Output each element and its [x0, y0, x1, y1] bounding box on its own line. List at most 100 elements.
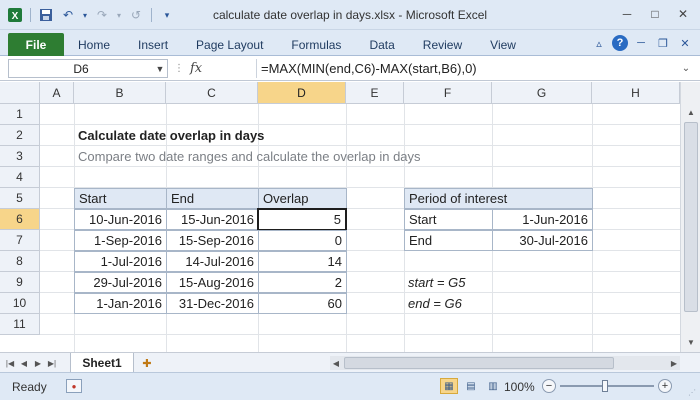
page-break-view-icon[interactable]: ▥: [484, 378, 502, 394]
column-header-b[interactable]: B: [74, 82, 166, 104]
cell-overlap[interactable]: 2: [258, 272, 347, 293]
header-overlap[interactable]: Overlap: [258, 188, 347, 209]
excel-logo-icon[interactable]: X: [6, 6, 24, 24]
worksheet-grid[interactable]: A B C D E F G H 1 2 3 4 5 6 7 8 9 10 11 …: [0, 82, 680, 352]
period-start-value[interactable]: 1-Jun-2016: [492, 209, 593, 230]
row-header-10[interactable]: 10: [0, 293, 40, 314]
tab-insert[interactable]: Insert: [124, 33, 182, 56]
period-header[interactable]: Period of interest: [404, 188, 593, 209]
page-title[interactable]: Calculate date overlap in days: [74, 125, 268, 146]
cell-end[interactable]: 15-Aug-2016: [166, 272, 259, 293]
cell-end[interactable]: 14-Jul-2016: [166, 251, 259, 272]
customize-icon[interactable]: ▾: [158, 6, 176, 24]
tab-review[interactable]: Review: [409, 33, 476, 56]
tab-page-layout[interactable]: Page Layout: [182, 33, 277, 56]
row-header-3[interactable]: 3: [0, 146, 40, 167]
resize-handle-icon[interactable]: ⋮: [174, 59, 184, 78]
column-header-a[interactable]: A: [40, 82, 74, 104]
normal-view-icon[interactable]: ▦: [440, 378, 458, 394]
name-box[interactable]: D6 ▼: [8, 59, 168, 78]
scroll-thumb[interactable]: [684, 122, 698, 312]
workbook-close-icon[interactable]: ✕: [676, 34, 694, 52]
help-icon[interactable]: ?: [612, 35, 628, 51]
column-header-d[interactable]: D: [258, 82, 346, 104]
cell-overlap[interactable]: 0: [258, 230, 347, 251]
maximize-icon[interactable]: □: [642, 4, 668, 24]
scroll-thumb[interactable]: [344, 357, 614, 369]
redo-icon[interactable]: ↷: [93, 6, 111, 24]
row-header-4[interactable]: 4: [0, 167, 40, 188]
tab-home[interactable]: Home: [64, 33, 124, 56]
expand-formula-bar-icon[interactable]: ⌄: [678, 60, 694, 76]
scroll-right-icon[interactable]: ▶: [668, 356, 680, 370]
cell-start[interactable]: 1-Sep-2016: [74, 230, 167, 251]
close-icon[interactable]: ✕: [670, 4, 696, 24]
file-tab[interactable]: File: [8, 33, 64, 56]
tab-formulas[interactable]: Formulas: [277, 33, 355, 56]
sheet-tab-sheet1[interactable]: Sheet1: [70, 353, 134, 373]
page-subtitle[interactable]: Compare two date ranges and calculate th…: [74, 146, 425, 167]
workbook-restore-icon[interactable]: ❐: [654, 34, 672, 52]
next-sheet-icon[interactable]: ▶: [32, 356, 44, 370]
workbook-minimize-icon[interactable]: ─: [632, 34, 650, 52]
undo-icon[interactable]: ↶: [59, 6, 77, 24]
zoom-slider-thumb[interactable]: [602, 380, 608, 392]
cell-end[interactable]: 15-Jun-2016: [166, 209, 259, 230]
cell-start[interactable]: 10-Jun-2016: [74, 209, 167, 230]
formula-input[interactable]: =MAX(MIN(end,C6)-MAX(start,B6),0): [256, 59, 674, 78]
row-header-7[interactable]: 7: [0, 230, 40, 251]
column-header-e[interactable]: E: [346, 82, 404, 104]
last-sheet-icon[interactable]: ▶|: [46, 356, 58, 370]
undo-dropdown-icon[interactable]: ▾: [81, 6, 89, 24]
named-range-note[interactable]: end = G6: [404, 293, 466, 314]
minimize-icon[interactable]: ─: [614, 4, 640, 24]
header-end[interactable]: End: [166, 188, 259, 209]
insert-function-button[interactable]: fx: [190, 61, 202, 76]
tab-data[interactable]: Data: [355, 33, 408, 56]
page-layout-view-icon[interactable]: ▤: [462, 378, 480, 394]
row-header-5[interactable]: 5: [0, 188, 40, 209]
zoom-in-icon[interactable]: +: [658, 379, 672, 393]
column-header-h[interactable]: H: [592, 82, 680, 104]
row-header-1[interactable]: 1: [0, 104, 40, 125]
period-start-label[interactable]: Start: [404, 209, 493, 230]
row-header-8[interactable]: 8: [0, 251, 40, 272]
column-header-g[interactable]: G: [492, 82, 592, 104]
header-start[interactable]: Start: [74, 188, 167, 209]
row-header-11[interactable]: 11: [0, 314, 40, 335]
cell-end[interactable]: 15-Sep-2016: [166, 230, 259, 251]
cell-end[interactable]: 31-Dec-2016: [166, 293, 259, 314]
cell-start[interactable]: 1-Jan-2016: [74, 293, 167, 314]
period-end-value[interactable]: 30-Jul-2016: [492, 230, 593, 251]
tab-view[interactable]: View: [476, 33, 530, 56]
period-end-label[interactable]: End: [404, 230, 493, 251]
macro-record-icon[interactable]: ●: [66, 379, 82, 393]
column-header-f[interactable]: F: [404, 82, 492, 104]
cell-overlap[interactable]: 60: [258, 293, 347, 314]
cell-start[interactable]: 1-Jul-2016: [74, 251, 167, 272]
redo-dropdown-icon[interactable]: ▾: [115, 6, 123, 24]
cell-overlap[interactable]: 14: [258, 251, 347, 272]
select-all-button[interactable]: [0, 82, 40, 104]
row-header-9[interactable]: 9: [0, 272, 40, 293]
resize-grip-icon[interactable]: ⋰: [688, 388, 698, 398]
minimize-ribbon-icon[interactable]: ▵: [590, 34, 608, 52]
row-header-2[interactable]: 2: [0, 125, 40, 146]
scroll-left-icon[interactable]: ◀: [330, 356, 342, 370]
named-range-note[interactable]: start = G5: [404, 272, 469, 293]
horizontal-scrollbar[interactable]: ◀ ▶: [330, 356, 680, 370]
scroll-down-icon[interactable]: ▼: [683, 334, 699, 350]
prev-sheet-icon[interactable]: ◀: [18, 356, 30, 370]
first-sheet-icon[interactable]: |◀: [4, 356, 16, 370]
chevron-down-icon[interactable]: ▼: [153, 64, 167, 74]
insert-sheet-icon[interactable]: ✚: [138, 355, 156, 371]
zoom-out-icon[interactable]: −: [542, 379, 556, 393]
scroll-up-icon[interactable]: ▲: [683, 104, 699, 120]
vertical-scrollbar[interactable]: ▲ ▼: [680, 82, 700, 352]
column-header-c[interactable]: C: [166, 82, 258, 104]
row-header-6[interactable]: 6: [0, 209, 40, 230]
cell-start[interactable]: 29-Jul-2016: [74, 272, 167, 293]
zoom-level[interactable]: 100%: [504, 380, 535, 394]
save-icon[interactable]: [37, 6, 55, 24]
repeat-icon[interactable]: ↺: [127, 6, 145, 24]
